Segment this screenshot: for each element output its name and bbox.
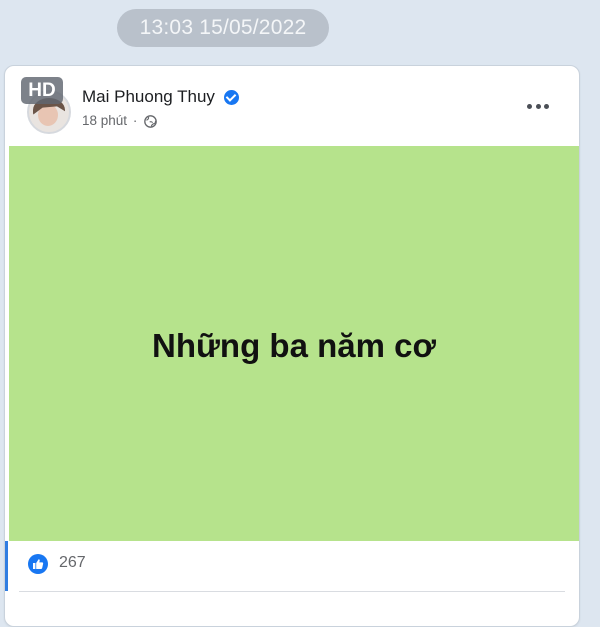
post-meta: 18 phút ·: [82, 113, 139, 128]
more-options-icon[interactable]: [525, 94, 551, 118]
post-text: Những ba năm cơ: [152, 326, 436, 364]
like-thumb-icon: [28, 554, 48, 574]
reactions-divider: [19, 591, 565, 592]
post-time[interactable]: 18 phút: [82, 113, 127, 128]
hd-badge: HD: [21, 77, 63, 104]
message-timestamp: 13:03 15/05/2022: [117, 9, 329, 47]
verified-badge-icon: [224, 90, 239, 105]
post-header: HD Mai Phuong Thuy 18 phút ·: [5, 66, 579, 144]
reactions-row[interactable]: 267: [5, 541, 579, 591]
like-count[interactable]: 267: [59, 554, 86, 572]
author-name[interactable]: Mai Phuong Thuy: [82, 87, 215, 107]
post-text-background[interactable]: Những ba năm cơ: [9, 146, 579, 541]
globe-icon: [144, 115, 157, 128]
meta-separator: ·: [132, 113, 138, 128]
shared-post-bubble[interactable]: HD Mai Phuong Thuy 18 phút · Những ba nă…: [4, 65, 580, 627]
